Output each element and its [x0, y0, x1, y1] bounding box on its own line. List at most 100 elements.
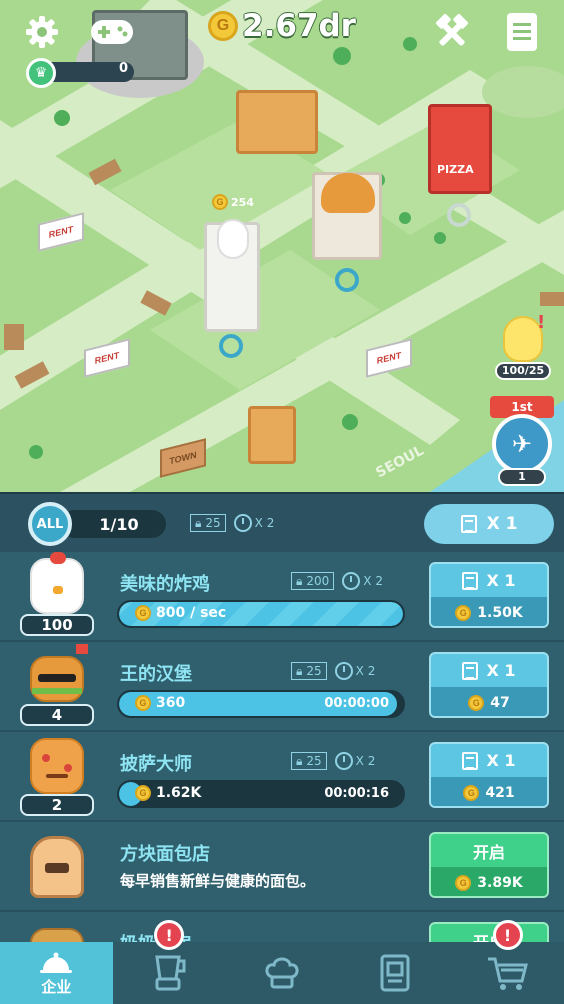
lock-icon: 🔒︎ [195, 515, 202, 530]
business-description: 每早销售新鲜与健康的面包。 [120, 872, 316, 890]
clock-icon [342, 572, 361, 590]
alert-exclamation-icon: ! [537, 312, 546, 333]
income-value: 800 / sec [156, 605, 227, 621]
building-icon [460, 515, 477, 533]
income-progress-bar: G 360 00:00:00 [117, 690, 405, 718]
crown-icon: ♛ [26, 58, 56, 88]
capacity-box: 🔒︎ 25 [291, 752, 327, 770]
coin-icon: G [455, 874, 472, 891]
business-row-chicken: 100 美味的炸鸡 🔒︎ 200 X 2 G 800 / sec X 1 G 1.50… [0, 552, 564, 642]
money-display: G 2.67dr [208, 8, 356, 44]
business-row-pizza: 2 披萨大师 🔒︎ 25 X 2 G 1.62K 00:00:16 X 1 G 421 [0, 732, 564, 822]
money-value: 2.67dr [242, 8, 356, 44]
upgrade-button[interactable]: X 1 G 1.50K [429, 562, 549, 628]
business-name: 披萨大师 [120, 754, 192, 775]
blender-icon [155, 955, 186, 991]
collect-ring-chicken[interactable] [219, 334, 243, 358]
business-row-grandma-kitchen: 奶奶厨房 开启 [0, 912, 564, 942]
tools-hammer-icon[interactable] [430, 12, 474, 52]
open-business-button[interactable]: 开启 G 3.89K [429, 832, 549, 898]
lock-icon: 🔒︎ [296, 663, 303, 678]
coin-icon: G [212, 194, 228, 210]
egg-counter: 100/25 [495, 362, 551, 380]
bottom-nav: 企业 ! ! [0, 920, 564, 1004]
all-button[interactable]: ALL [28, 502, 72, 546]
chicken-building[interactable] [204, 219, 260, 332]
open-business-button[interactable]: 开启 [429, 922, 549, 942]
nav-shop-tab[interactable]: ! [451, 920, 564, 1004]
pizza-avatar[interactable]: 2 [20, 738, 94, 816]
income-progress-bar: G 800 / sec [117, 600, 405, 628]
pizza-building[interactable]: PIZZA [428, 104, 492, 194]
pizza-sign: PIZZA [437, 163, 474, 176]
lock-icon: 🔒︎ [296, 753, 303, 768]
clock-icon [334, 662, 353, 680]
pizza-icon [30, 738, 84, 794]
header-stats: 🔒︎ 25 X 2 [190, 514, 274, 532]
speed-stat: X 2 [334, 662, 375, 680]
building-icon [462, 661, 479, 680]
collect-ring-burger[interactable] [335, 268, 359, 292]
lock-icon: 🔒︎ [296, 573, 303, 588]
speed-stat: X 2 [334, 752, 375, 770]
nav-business-tab[interactable]: 企业 [0, 942, 113, 1004]
coin-float: G 254 [212, 194, 254, 210]
boxes-building-2[interactable] [248, 406, 296, 464]
menu-book-icon [380, 954, 410, 992]
document-list-icon[interactable] [502, 10, 542, 54]
income-timer: 00:00:16 [324, 786, 389, 801]
open-cost: 3.89K [477, 874, 523, 891]
income-timer: 00:00:00 [324, 696, 389, 711]
burger-avatar[interactable]: 4 [20, 644, 94, 726]
coin-icon: G [455, 604, 472, 621]
grandma-avatar [20, 918, 94, 942]
nav-chef-tab[interactable] [226, 942, 339, 1004]
business-stats: 🔒︎ 25 X 2 [291, 752, 375, 770]
capacity-box: 🔒︎ 25 [291, 662, 327, 680]
alert-badge: ! [154, 920, 185, 950]
building-icon [462, 751, 479, 770]
bakery-avatar [20, 828, 94, 906]
coin-icon: G [135, 605, 151, 621]
nav-blender-tab[interactable]: ! [113, 920, 226, 1004]
coin-icon: G [135, 695, 151, 711]
income-value: 360 [156, 695, 186, 711]
capacity-box: 🔒︎ 25 [190, 514, 226, 532]
gold-coin-icon: G [208, 11, 238, 41]
chicken-icon [30, 552, 84, 614]
speed-stat: X 2 [233, 514, 274, 532]
egg-event-badge[interactable]: ! 100/25 [495, 312, 551, 380]
settings-gear-icon[interactable] [22, 12, 62, 52]
building-icon [462, 571, 479, 590]
boxes-building[interactable] [236, 90, 318, 154]
crown-progress[interactable]: ♛ 0 [26, 58, 136, 88]
business-row-bakery: 方块面包店 每早销售新鲜与健康的面包。 开启 G 3.89K [0, 822, 564, 912]
upgrade-button[interactable]: X 1 G 47 [429, 652, 549, 718]
gamepad-icon[interactable] [88, 14, 136, 50]
buy-multiplier-button[interactable]: X 1 [424, 504, 554, 544]
rank-badge[interactable]: 1st ✈ 1 [490, 396, 554, 488]
cart-icon [487, 957, 528, 990]
city-map[interactable]: PIZZA G 254 RENT RENT RENT TOWN SEOUL G … [0, 0, 564, 492]
cloche-icon [40, 952, 73, 973]
clock-icon [233, 514, 252, 532]
chicken-avatar[interactable]: 100 [20, 552, 94, 636]
collect-ring-pizza[interactable] [447, 203, 471, 227]
alert-badge: ! [492, 920, 523, 950]
crown-value: 0 [118, 61, 128, 76]
level-badge: 2 [20, 794, 94, 816]
globe-plane-icon: ✈ [492, 414, 552, 474]
business-stats: 🔒︎ 200 X 2 [291, 572, 383, 590]
open-label: 开启 [472, 842, 505, 862]
rank-count: 1 [498, 468, 546, 486]
grandma-kitchen-icon [30, 928, 84, 942]
nav-business-label: 企业 [41, 977, 72, 996]
upgrade-cost: 421 [485, 784, 515, 801]
upgrade-button[interactable]: X 1 G 421 [429, 742, 549, 808]
nav-menu-tab[interactable] [338, 942, 451, 1004]
burger-building[interactable] [312, 172, 382, 260]
business-panel-header: 1/10 ALL 🔒︎ 25 X 2 X 1 [0, 492, 564, 552]
business-list[interactable]: 100 美味的炸鸡 🔒︎ 200 X 2 G 800 / sec X 1 G 1.50… [0, 552, 564, 942]
upgrade-cost: 1.50K [477, 604, 523, 621]
coin-icon: G [468, 694, 485, 711]
